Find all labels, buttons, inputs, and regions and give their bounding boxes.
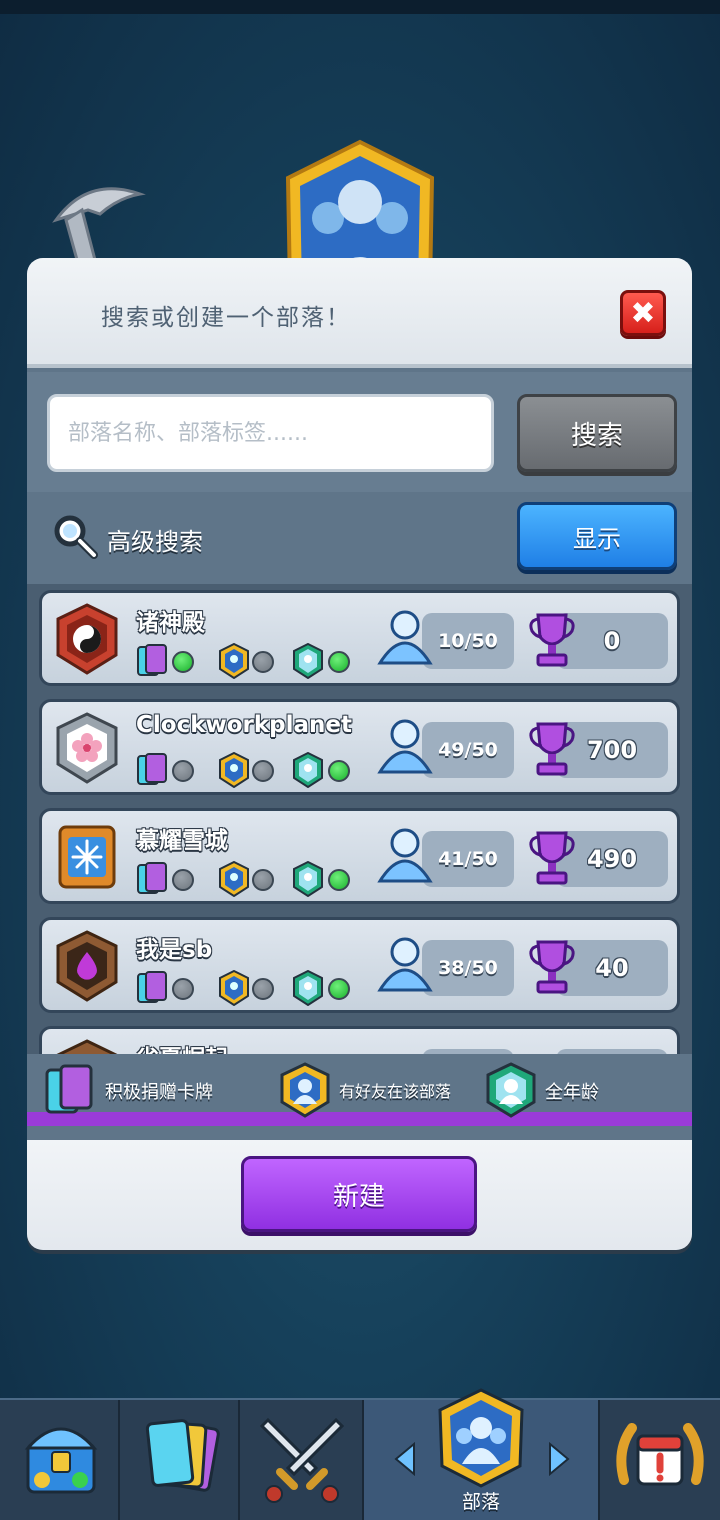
trophy-icon [529,613,575,667]
chest-icon [24,1427,98,1494]
right-arrow-icon[interactable] [548,1442,572,1476]
bottom-nav: 部落 [0,1388,720,1520]
donates-status-dot [172,651,194,673]
legend-all-ages-text: 全年龄 [545,1082,599,1103]
magnifier-icon [54,515,98,559]
trophy-icon [529,831,575,885]
cards-tag-icon [137,753,167,785]
friends-status-dot [252,760,274,782]
friends-tag-icon [219,970,249,1006]
all-ages-tag-icon [293,643,323,679]
legend-friends-text: 有好友在该部落 [339,1082,452,1101]
member-count: 49/50 [422,722,514,778]
all-ages-status-dot [328,651,350,673]
donates-status-dot [172,869,194,891]
donates-status-dot [172,760,194,782]
cards-tag-icon [137,862,167,894]
close-icon: ✖ [630,295,656,331]
all-ages-status-dot [328,869,350,891]
clan-name: Clockworkplanet [136,712,353,738]
nav-events[interactable] [600,1400,720,1520]
search-button[interactable]: 搜索 [517,394,677,472]
clan-name: 我是sb [136,937,213,963]
friends-legend-icon [280,1062,330,1118]
advanced-search-label: 高级搜索 [107,528,203,556]
cards-tag-icon [137,971,167,1003]
crossed-swords-icon [259,1417,345,1503]
clan-name: 诸神殿 [136,610,205,636]
create-clan-button[interactable]: 新建 [241,1156,477,1232]
all-ages-status-dot [328,760,350,782]
snowflake-badge-icon [58,825,116,889]
friends-status-dot [252,869,274,891]
donates-status-dot [172,978,194,1000]
left-arrow-icon[interactable] [392,1442,416,1476]
clan-row[interactable]: Clockworkplanet 49/50 700 [39,699,680,795]
tag-legend: 积极捐赠卡牌 有好友在该部落 全年龄 [27,1054,692,1126]
search-row: 搜索 [27,372,692,492]
nav-cards[interactable] [120,1400,240,1520]
clan-list[interactable]: 诸神殿 10/50 0 Clockworkplanet 49/50 700 慕耀… [27,584,692,1054]
sakura-badge-icon [56,712,118,784]
drop-badge-icon [56,930,118,1002]
clan-name: 省夏崛起 [136,1039,228,1054]
member-count: 41/50 [422,831,514,887]
yin-yang-badge-icon [56,603,118,675]
all-ages-status-dot [328,978,350,1000]
clan-name: 慕耀雪城 [136,828,228,854]
clan-search-dialog: 搜索或创建一个部落！ ✖ 搜索 高级搜索 显示 诸神殿 [27,258,692,1250]
all-ages-tag-icon [293,752,323,788]
nav-shop[interactable] [0,1400,120,1520]
members-icon [377,937,433,992]
all-ages-tag-icon [293,970,323,1006]
dialog-footer: 新建 [27,1140,692,1250]
nav-battle[interactable] [240,1400,364,1520]
legend-donates-text: 积极捐赠卡牌 [105,1082,213,1103]
friends-tag-icon [219,752,249,788]
clan-row[interactable]: 诸神殿 10/50 0 [39,590,680,686]
clan-row[interactable]: 我是sb 38/50 40 [39,917,680,1013]
friends-tag-icon [219,643,249,679]
friends-status-dot [252,651,274,673]
friends-status-dot [252,978,274,1000]
clan-row[interactable]: 慕耀雪城 41/50 490 [39,808,680,904]
all-ages-tag-icon [293,861,323,897]
clan-search-input[interactable] [47,394,494,472]
friends-tag-icon [219,861,249,897]
status-bar [0,0,720,14]
close-button[interactable]: ✖ [620,290,666,336]
members-icon [377,610,433,665]
dialog-title: 搜索或创建一个部落！ [101,305,351,331]
trophy-icon [529,940,575,994]
clan-row[interactable]: 省夏崛起 [39,1026,680,1054]
clan-shield-nav-icon [438,1388,524,1488]
all-ages-legend-icon [486,1062,536,1118]
cards-legend-icon [45,1064,93,1114]
trophy-icon [529,722,575,776]
dialog-header: 搜索或创建一个部落！ ✖ [27,258,692,368]
nav-clan-label: 部落 [461,1491,500,1513]
clan-badge-icon [56,1039,118,1054]
member-count: 10/50 [422,613,514,669]
cards-icon [145,1419,220,1492]
show-advanced-button[interactable]: 显示 [517,502,677,570]
members-icon [377,719,433,774]
nav-clan[interactable]: 部落 [364,1388,600,1520]
members-icon [377,828,433,883]
cards-tag-icon [137,644,167,676]
member-count: 38/50 [422,940,514,996]
calendar-laurel-icon [616,1423,704,1486]
advanced-search-row: 高级搜索 显示 [27,492,692,584]
